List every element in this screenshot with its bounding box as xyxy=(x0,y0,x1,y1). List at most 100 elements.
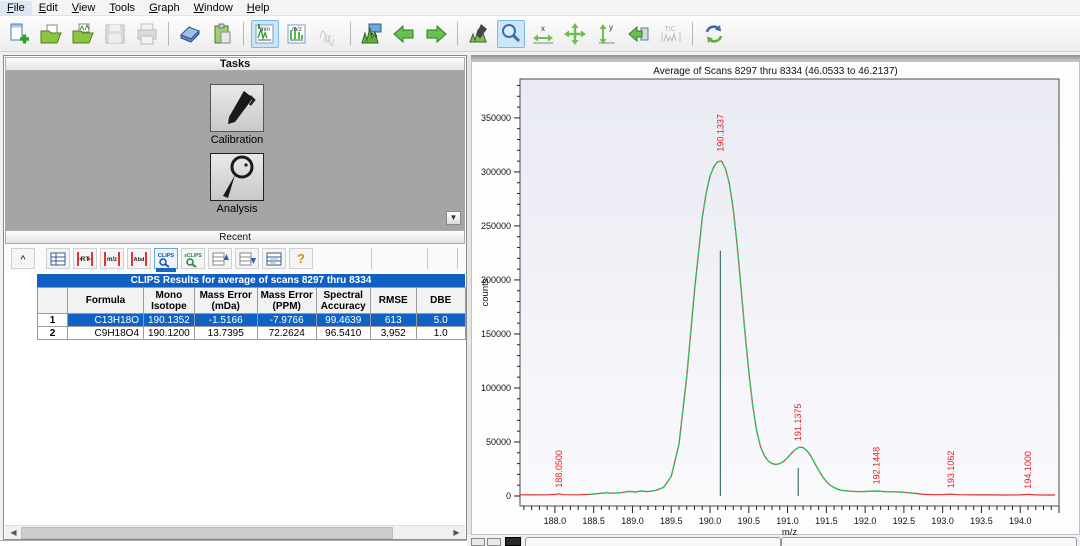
refresh-icon[interactable] xyxy=(700,20,728,48)
column-header-mass-error[interactable]: Mass Error (PPM) xyxy=(257,288,316,314)
svg-text:y: y xyxy=(609,23,613,32)
x-tick-label: 191.0 xyxy=(776,516,799,526)
cell[interactable]: C13H18O xyxy=(68,314,144,327)
abundance-range-button[interactable]: Abd xyxy=(127,248,151,269)
next-arrow-icon[interactable] xyxy=(422,20,450,48)
menu-graph[interactable]: Graph xyxy=(142,1,187,15)
mz-range-button[interactable]: m/z xyxy=(100,248,124,269)
scrollbar-left-arrow[interactable]: ◀ xyxy=(7,527,20,539)
tab-scroll-left-button[interactable] xyxy=(471,538,485,546)
cell[interactable]: -7.9766 xyxy=(257,314,316,327)
recent-header[interactable]: Recent xyxy=(5,230,465,244)
magnifier-icon[interactable] xyxy=(210,153,264,201)
plot-area[interactable] xyxy=(520,79,1059,506)
task-analysis-label: Analysis xyxy=(209,203,265,215)
column-header-mass-error[interactable]: Mass Error (mDa) xyxy=(194,288,257,314)
y-tick-label: 0 xyxy=(506,491,511,501)
row-up-button[interactable] xyxy=(208,248,232,269)
bottom-tab-2[interactable] xyxy=(781,537,1077,546)
caliper-icon[interactable] xyxy=(210,84,264,132)
cell[interactable]: 13.7395 xyxy=(194,327,257,340)
peak-label: 194.1000 xyxy=(1023,451,1033,489)
x-tick-label: 190.5 xyxy=(738,516,761,526)
toolbar-separator xyxy=(243,22,244,46)
cell[interactable]: 613 xyxy=(370,314,416,327)
spectrum-mz-icon[interactable]: m/z xyxy=(283,20,311,48)
collapse-button[interactable]: ^ xyxy=(11,248,35,269)
x-autoscale-icon[interactable]: x xyxy=(529,20,557,48)
table-row[interactable]: 2C9H18O4190.120013.739572.262496.54103,9… xyxy=(38,327,466,340)
tab-scroll-right-button[interactable] xyxy=(487,538,501,546)
row-number[interactable]: 2 xyxy=(38,327,68,340)
column-header-dbe[interactable]: DBE xyxy=(416,288,465,314)
help-button[interactable]: ? xyxy=(289,248,313,269)
task-calibration[interactable]: Calibration xyxy=(209,84,265,146)
cell[interactable]: 190.1352 xyxy=(144,314,195,327)
toolbar-separator xyxy=(168,22,169,46)
cell[interactable]: 190.1200 xyxy=(144,327,195,340)
properties-table-button[interactable] xyxy=(46,248,70,269)
column-header-rownum[interactable] xyxy=(38,288,68,314)
x-tick-label: 190.0 xyxy=(699,516,722,526)
cell[interactable]: 1.0 xyxy=(416,327,465,340)
menu-tools[interactable]: Tools xyxy=(102,1,142,15)
y-autoscale-icon[interactable]: y xyxy=(593,20,621,48)
pointer-tool-icon[interactable] xyxy=(465,20,493,48)
column-header-formula[interactable]: Formula xyxy=(68,288,144,314)
open-chromatogram-icon[interactable] xyxy=(37,20,65,48)
menu-view[interactable]: View xyxy=(65,1,103,15)
main-toolbar: minm/zxyTIC xyxy=(0,16,1080,52)
clips-button[interactable]: CLIPS xyxy=(154,248,178,269)
column-header-spectral[interactable]: Spectral Accuracy xyxy=(316,288,370,314)
horizontal-scrollbar[interactable]: ◀ ▶ xyxy=(5,525,465,539)
sclips-button[interactable]: sCLIPS xyxy=(181,248,205,269)
x-tick-label: 188.5 xyxy=(582,516,605,526)
cell[interactable]: 5.0 xyxy=(416,314,465,327)
shift-left-icon[interactable] xyxy=(625,20,653,48)
column-header-rmse[interactable]: RMSE xyxy=(370,288,416,314)
svg-text:sCLIPS: sCLIPS xyxy=(184,253,202,259)
menu-window[interactable]: Window xyxy=(187,1,240,15)
results-toolbar-separator xyxy=(371,248,372,269)
x-tick-label: 193.0 xyxy=(931,516,954,526)
table-row[interactable]: 1C13H18O190.1352-1.5166-7.976699.4639613… xyxy=(38,314,466,327)
spectrum-plot[interactable]: 0500001000001500002000002500003000003500… xyxy=(472,62,1080,536)
row-down-button[interactable] xyxy=(235,248,259,269)
open-spectrum-icon[interactable] xyxy=(69,20,97,48)
menu-file[interactable]: File xyxy=(0,1,32,15)
table-edit-button[interactable] xyxy=(262,248,286,269)
cell[interactable]: -1.5166 xyxy=(194,314,257,327)
prev-arrow-icon[interactable] xyxy=(390,20,418,48)
cell[interactable]: 3,952 xyxy=(370,327,416,340)
new-document-icon[interactable] xyxy=(5,20,33,48)
tasks-dropdown-button[interactable]: ▼ xyxy=(446,211,461,225)
scrollbar-thumb[interactable] xyxy=(21,527,393,539)
left-bottom-strip xyxy=(0,540,467,546)
peak-flags-icon[interactable] xyxy=(358,20,386,48)
save-icon xyxy=(101,20,129,48)
y-tick-label: 350000 xyxy=(481,113,511,123)
cell[interactable]: 99.4639 xyxy=(316,314,370,327)
clipboard-paste-icon[interactable] xyxy=(208,20,236,48)
cell[interactable]: C9H18O4 xyxy=(68,327,144,340)
task-analysis[interactable]: Analysis xyxy=(209,153,265,215)
column-header-mono[interactable]: Mono Isotope xyxy=(144,288,195,314)
menu-edit[interactable]: Edit xyxy=(32,1,65,15)
pan-icon[interactable] xyxy=(561,20,589,48)
menu-help[interactable]: Help xyxy=(240,1,277,15)
bottom-tab-1[interactable] xyxy=(525,537,781,546)
results-table: FormulaMono IsotopeMass Error (mDa)Mass … xyxy=(37,287,466,340)
chromatogram-min-icon[interactable]: min xyxy=(251,20,279,48)
results-title-bar: CLIPS Results for average of scans 8297 … xyxy=(37,274,465,287)
zoom-icon[interactable] xyxy=(497,20,525,48)
toolbar-separator xyxy=(350,22,351,46)
x-tick-label: 192.5 xyxy=(893,516,916,526)
method-explorer-panel: Tasks Calibration xyxy=(3,55,467,540)
scrollbar-right-arrow[interactable]: ▶ xyxy=(450,527,463,539)
cell[interactable]: 96.5410 xyxy=(316,327,370,340)
rt-range-button[interactable]: RT xyxy=(73,248,97,269)
row-number[interactable]: 1 xyxy=(38,314,68,327)
cell[interactable]: 72.2624 xyxy=(257,327,316,340)
active-bottom-tab[interactable] xyxy=(505,537,521,546)
eraser-3d-icon[interactable] xyxy=(176,20,204,48)
